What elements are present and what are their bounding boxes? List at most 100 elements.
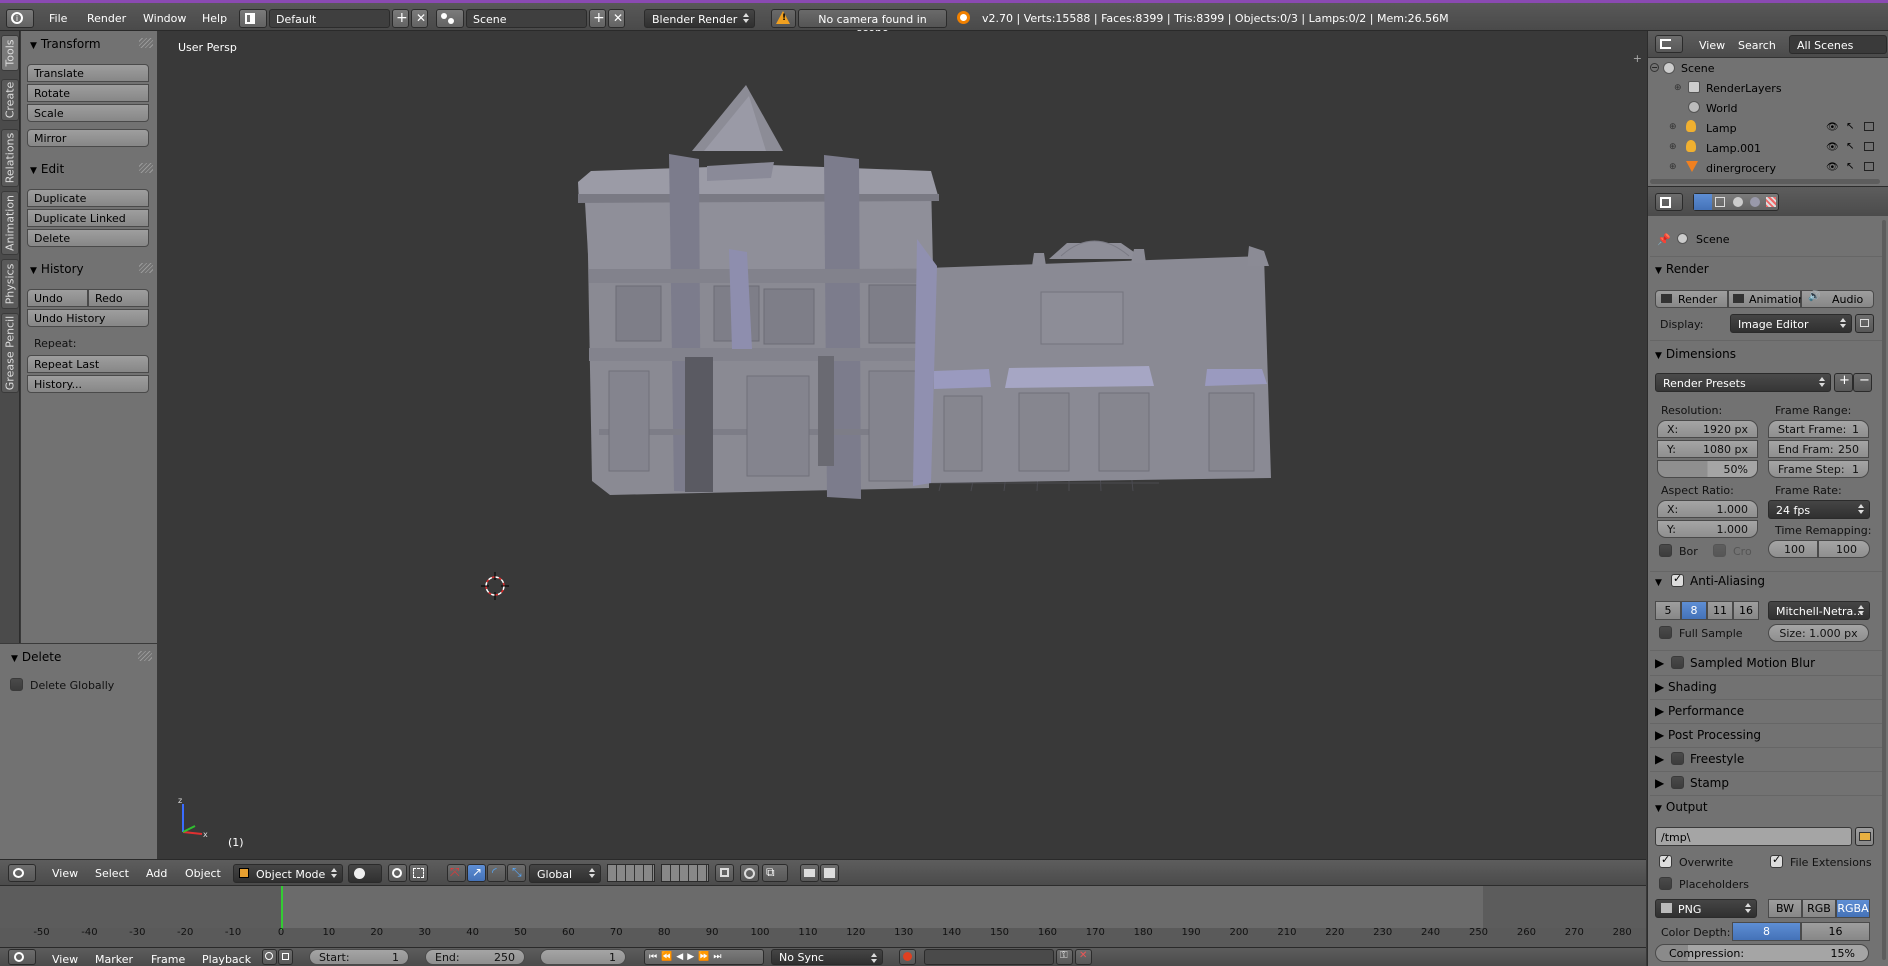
motion-blur-panel-header[interactable]: ▶ — [1655, 656, 1664, 670]
motion-blur-checkbox[interactable] — [1671, 656, 1684, 669]
delete-globally-checkbox[interactable] — [10, 678, 23, 691]
transform-panel-header[interactable]: Transform — [30, 37, 101, 51]
time-remap-old-field[interactable]: 100 — [1768, 540, 1818, 558]
stamp-panel-header[interactable]: ▶ — [1655, 776, 1664, 790]
scene-icon[interactable] — [436, 9, 464, 28]
remove-layout-button[interactable]: ✕ — [411, 9, 428, 28]
screen-layout-icon[interactable] — [239, 9, 267, 28]
expand-icon[interactable]: ⊕ — [1669, 122, 1677, 132]
crop-checkbox[interactable] — [1713, 544, 1726, 557]
edit-panel-header[interactable]: Edit — [30, 162, 64, 176]
start-frame-field[interactable]: Start Frame: 1 — [1768, 420, 1869, 438]
editor-type-button[interactable] — [1655, 35, 1683, 53]
record-button[interactable] — [899, 949, 916, 965]
outliner-item-lamp[interactable]: Lamp — [1706, 122, 1737, 135]
opengl-render-button[interactable] — [800, 864, 819, 882]
playback-controls[interactable]: ⏮⏪◀▶⏩⏭ — [644, 949, 764, 965]
color-depth-button[interactable]: 16 — [1801, 922, 1870, 941]
visibility-eye-icon[interactable]: 👁 — [1826, 142, 1839, 153]
add-layout-button[interactable]: + — [392, 9, 409, 28]
undo-button[interactable]: Undo — [27, 289, 88, 307]
compression-slider[interactable]: Compression: 15% — [1655, 944, 1869, 962]
outliner-item-lamp-001[interactable]: Lamp.001 — [1706, 142, 1761, 155]
tab-grease-pencil[interactable]: Grease Pencil — [1, 313, 19, 393]
frame-step-field[interactable]: Frame Step: 1 — [1768, 460, 1869, 478]
full-sample-checkbox[interactable] — [1659, 626, 1672, 639]
display-mode-dropdown[interactable]: All Scenes — [1789, 35, 1887, 54]
editor-type-button[interactable] — [1655, 193, 1683, 211]
panel-grip[interactable] — [139, 263, 153, 273]
aa-sample-button[interactable]: 5 — [1655, 601, 1681, 620]
render-button[interactable]: Render — [1655, 290, 1728, 308]
browse-folder-button[interactable] — [1855, 827, 1874, 846]
render-context-icon[interactable] — [1694, 194, 1712, 210]
menu-view[interactable]: View — [52, 867, 78, 880]
repeat-last-button[interactable]: Repeat Last — [27, 355, 149, 373]
remove-preset-button[interactable]: − — [1853, 373, 1872, 392]
output-panel-header[interactable]: Output — [1655, 800, 1708, 814]
keying-set-field[interactable] — [924, 949, 1054, 965]
aspect-x-field[interactable]: X: 1.000 — [1657, 500, 1758, 518]
translate-button[interactable]: Translate — [27, 64, 149, 82]
rotate-button[interactable]: Rotate — [27, 84, 149, 102]
anti-aliasing-panel-header[interactable] — [1655, 574, 1666, 588]
world-context-icon[interactable] — [1750, 197, 1760, 207]
transform-orientation-dropdown[interactable]: Global — [529, 864, 601, 883]
editor-type-button[interactable] — [8, 949, 36, 965]
aa-sample-button[interactable]: 11 — [1707, 601, 1733, 620]
timeline[interactable] — [0, 885, 1646, 948]
select-arrow-icon[interactable]: ↖ — [1846, 141, 1854, 152]
warning-button[interactable]: ! — [771, 9, 796, 28]
limit-selection-button[interactable] — [409, 864, 428, 882]
outliner-item-renderlayers[interactable]: RenderLayers — [1706, 82, 1782, 95]
layer-buttons[interactable] — [607, 864, 655, 882]
menu-add[interactable]: Add — [146, 867, 167, 880]
panel-grip[interactable] — [139, 163, 153, 173]
render-camera-icon[interactable] — [1864, 122, 1874, 131]
expand-icon[interactable]: ⊕ — [1674, 83, 1682, 93]
end-frame-field[interactable]: End: 250 — [425, 949, 525, 965]
select-arrow-icon[interactable]: ↖ — [1846, 121, 1854, 132]
opengl-anim-button[interactable] — [820, 864, 839, 882]
menu-select[interactable]: Select — [95, 867, 129, 880]
lock-range-button[interactable] — [278, 949, 293, 965]
file-extensions-checkbox[interactable]: ✓ — [1770, 853, 1783, 868]
add-preset-button[interactable]: + — [1834, 373, 1853, 392]
scene-context-icon[interactable] — [1733, 197, 1743, 207]
screen-layout-field[interactable]: Default — [269, 9, 390, 28]
texture-context-icon[interactable] — [1766, 197, 1776, 207]
lock-interface-button[interactable] — [1855, 314, 1874, 333]
panel-grip[interactable] — [138, 651, 152, 661]
playhead[interactable] — [281, 886, 283, 930]
outliner-item-world[interactable]: World — [1706, 102, 1738, 115]
rotate-manipulator-button[interactable]: ◜ — [487, 864, 506, 882]
delete-button[interactable]: Delete — [27, 229, 149, 247]
render-panel-header[interactable]: Render — [1655, 262, 1709, 276]
menu-search[interactable]: Search — [1738, 39, 1776, 52]
render-camera-icon[interactable] — [1864, 142, 1874, 151]
freestyle-checkbox[interactable] — [1671, 752, 1684, 765]
tab-tools[interactable]: Tools — [1, 35, 19, 71]
menu-help[interactable]: Help — [202, 12, 227, 25]
render-presets-dropdown[interactable]: Render Presets — [1655, 373, 1831, 392]
menu-window[interactable]: Window — [143, 12, 186, 25]
editor-type-button[interactable] — [8, 864, 36, 882]
render-engine-dropdown[interactable]: Blender Render — [644, 9, 755, 28]
menu-marker[interactable]: Marker — [95, 953, 133, 966]
properties-scrollbar[interactable] — [1882, 220, 1886, 960]
menu-playback[interactable]: Playback — [202, 953, 251, 966]
undo-history-button[interactable]: Undo History — [27, 309, 149, 327]
menu-view[interactable]: View — [52, 953, 78, 966]
scene-field[interactable]: Scene — [466, 9, 587, 28]
tab-relations[interactable]: Relations — [1, 129, 19, 187]
viewport-shading-dropdown[interactable] — [348, 864, 382, 883]
menu-render[interactable]: Render — [87, 12, 126, 25]
tab-create[interactable]: Create — [1, 79, 19, 121]
display-dropdown[interactable]: Image Editor — [1730, 314, 1852, 333]
menu-object[interactable]: Object — [185, 867, 221, 880]
aspect-y-field[interactable]: Y: 1.000 — [1657, 520, 1758, 538]
insert-keyframe-button[interactable]: ⚿ — [1056, 949, 1073, 965]
translate-manipulator-button[interactable]: ↗ — [467, 864, 486, 882]
shading-panel-header[interactable]: ▶ Shading — [1655, 680, 1717, 694]
color-mode-button[interactable]: RGB — [1802, 899, 1836, 918]
